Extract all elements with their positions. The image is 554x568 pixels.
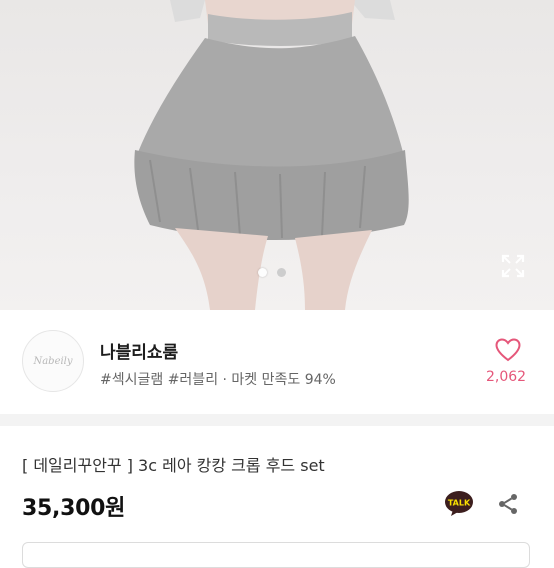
seller-name[interactable]: 나블리쇼룸 (100, 338, 178, 363)
pagination-dot[interactable] (277, 268, 286, 277)
avatar-logo-text: Nabeily (33, 355, 73, 367)
kakao-talk-icon[interactable]: TALK (444, 490, 474, 517)
option-select-box[interactable] (22, 542, 530, 568)
product-image[interactable] (0, 0, 554, 310)
pagination-dot-active[interactable] (258, 268, 267, 277)
heart-icon[interactable] (495, 338, 521, 362)
skirt-photo (134, 0, 409, 310)
kakao-talk-label: TALK (448, 499, 471, 508)
product-price: 35,300원 (22, 496, 126, 521)
seller-tags: #섹시글램 #러블리 · 마켓 만족도 94% (100, 372, 336, 388)
expand-icon[interactable] (500, 253, 526, 279)
image-pagination (258, 268, 286, 277)
seller-avatar[interactable]: Nabeily (22, 330, 84, 392)
share-icon[interactable] (496, 492, 520, 516)
like-count: 2,062 (486, 369, 527, 385)
section-divider (0, 414, 554, 426)
product-title: [ 데일리꾸안꾸 ] 3c 레아 캉캉 크롭 후드 set (22, 456, 325, 475)
